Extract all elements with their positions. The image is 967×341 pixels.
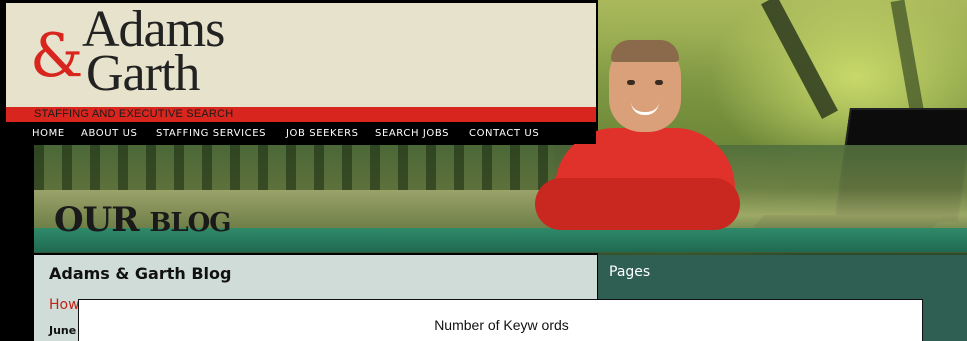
person-eye [655, 80, 663, 85]
person-eye [627, 80, 635, 85]
nav-search-jobs[interactable]: SEARCH JOBS [375, 128, 449, 139]
nav-contact-us[interactable]: CONTACT US [469, 128, 539, 139]
banner-title-our: OUR [54, 200, 140, 240]
nav-about-us[interactable]: ABOUT US [81, 128, 137, 139]
nav-staffing-services[interactable]: STAFFING SERVICES [156, 128, 266, 139]
tagline: STAFFING AND EXECUTIVE SEARCH [34, 108, 234, 120]
logo-word-garth: Garth [86, 45, 200, 102]
sidebar-pages-heading: Pages [609, 264, 651, 280]
logo-ampersand: & [30, 21, 84, 91]
banner-title-blog: BLOG [149, 208, 231, 238]
company-logo[interactable]: & Adams Garth [30, 4, 250, 104]
main-nav: HOME ABOUT US STAFFING SERVICES JOB SEEK… [6, 122, 596, 144]
post-date: June [49, 324, 77, 337]
keywords-dialog[interactable]: Number of Keyw ords [78, 299, 923, 341]
dialog-title: Number of Keyw ords [434, 317, 569, 333]
person-arms [535, 178, 740, 230]
page: OUR BLOG & Adams Garth STAFFING AND EXEC… [0, 0, 967, 341]
post-title-link[interactable]: How [49, 297, 80, 313]
person-hair [611, 40, 679, 62]
banner-title: OUR BLOG [54, 200, 231, 240]
blog-name-heading: Adams & Garth Blog [49, 264, 232, 283]
nav-job-seekers[interactable]: JOB SEEKERS [286, 128, 359, 139]
nav-home[interactable]: HOME [32, 128, 65, 139]
banner-trees [34, 145, 554, 195]
